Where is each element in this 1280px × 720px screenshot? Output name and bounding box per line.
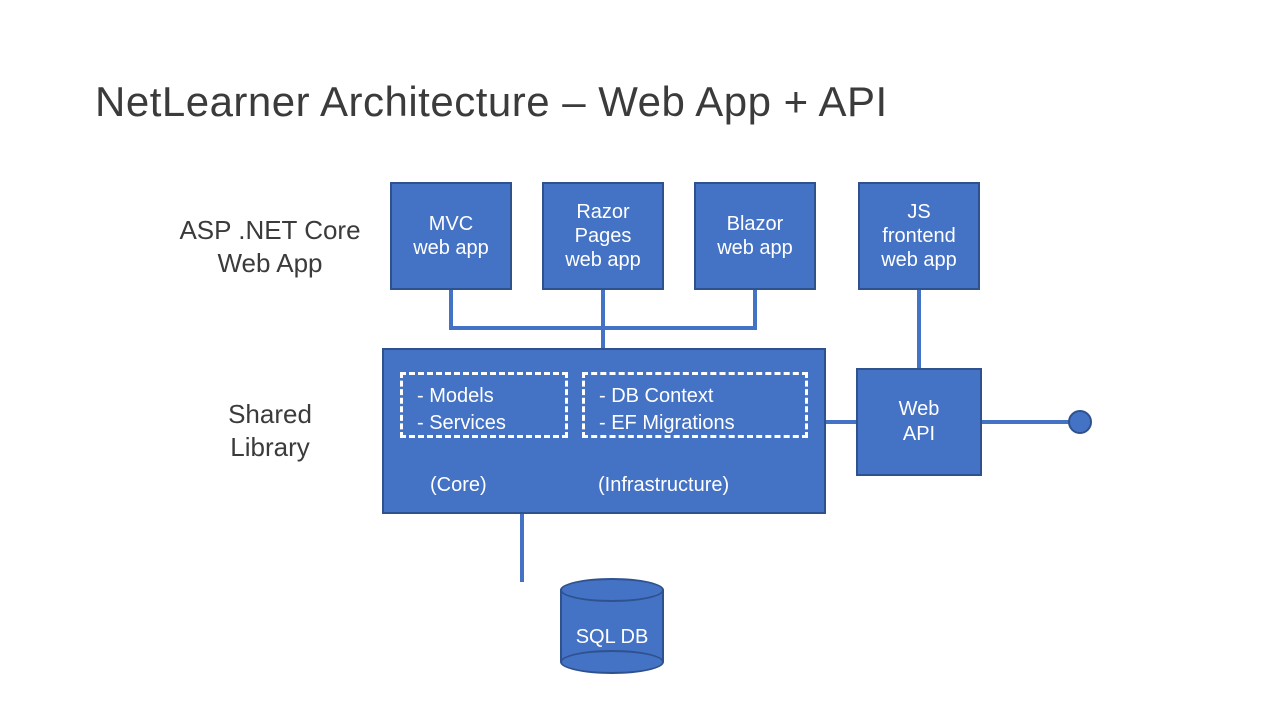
label-infra: (Infrastructure) [598, 474, 729, 497]
connector [982, 420, 1074, 424]
connector [520, 514, 524, 582]
slide-title: NetLearner Architecture – Web App + API [95, 78, 888, 126]
connector [601, 290, 605, 330]
box-infrastructure: - DB Context - EF Migrations [582, 372, 808, 438]
box-razor: Razor Pages web app [542, 182, 664, 290]
row-label-webapp: ASP .NET Core Web App [170, 214, 370, 279]
box-js: JS frontend web app [858, 182, 980, 290]
row-label-shared: Shared Library [200, 398, 340, 463]
endpoint-icon [1068, 410, 1092, 434]
label-core: (Core) [430, 474, 487, 497]
box-core: - Models - Services [400, 372, 568, 438]
box-mvc: MVC web app [390, 182, 512, 290]
infra-items: - DB Context - EF Migrations [599, 383, 795, 437]
connector [449, 290, 453, 330]
box-blazor: Blazor web app [694, 182, 816, 290]
db-label: SQL DB [560, 626, 664, 649]
connector [917, 290, 921, 368]
box-shared-library: - Models - Services - DB Context - EF Mi… [382, 348, 826, 514]
connector [601, 326, 605, 348]
box-web-api: Web API [856, 368, 982, 476]
connector [826, 420, 856, 424]
box-sql-db: SQL DB [560, 578, 664, 674]
core-items: - Models - Services [417, 383, 555, 437]
connector [753, 290, 757, 330]
